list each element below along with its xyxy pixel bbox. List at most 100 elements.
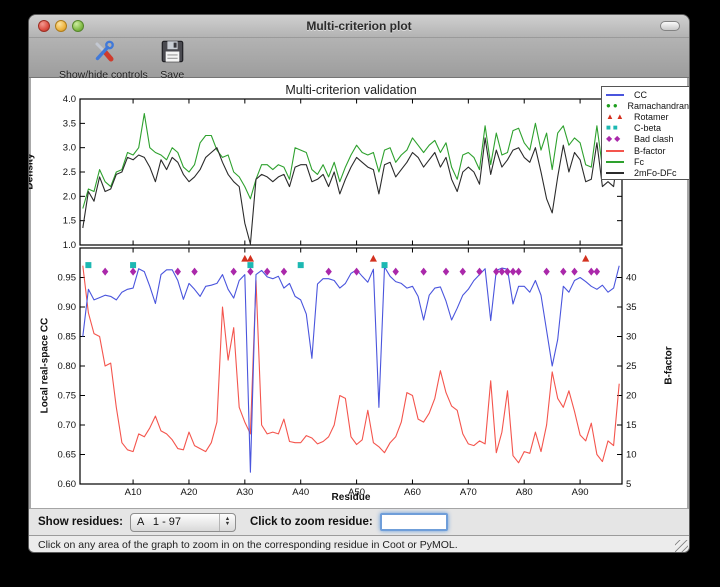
y-tick-label: 0.75 xyxy=(58,391,77,402)
bad-clash-marker xyxy=(247,268,253,276)
x-tick-label: A60 xyxy=(404,487,421,498)
bad-clash-marker xyxy=(594,268,600,276)
bad-clash-marker xyxy=(588,268,594,276)
y-tick-label: 0.65 xyxy=(58,450,77,461)
tools-icon xyxy=(91,39,116,69)
legend-label: C-beta xyxy=(634,123,661,133)
y-tick-label: 1.0 xyxy=(63,240,76,251)
show-residues-label: Show residues: xyxy=(38,516,123,528)
zoom-residue-label: Click to zoom residue: xyxy=(250,516,373,528)
legend-entry: Fc xyxy=(606,156,689,167)
bad-clash-marker xyxy=(543,268,549,276)
bad-clash-marker xyxy=(420,268,426,276)
toolbar-toggle-button[interactable] xyxy=(660,21,680,31)
cc-curve xyxy=(83,266,619,473)
bad-clash-marker xyxy=(476,268,482,276)
y-tick-label: 4.0 xyxy=(63,94,76,105)
y-tick-label: 20 xyxy=(626,391,637,402)
bad-clash-marker xyxy=(560,268,566,276)
x-tick-label: A80 xyxy=(516,487,533,498)
x-tick-label: A50 xyxy=(348,487,365,498)
rotamer-marker xyxy=(370,255,377,262)
save-icon xyxy=(160,39,185,69)
rotamer-legend-symbol: ▲▲ xyxy=(606,113,632,121)
app-window: Multi-criterion plot Show/hide controls xyxy=(28,14,690,553)
legend-entry: ▲▲Rotamer xyxy=(606,111,689,122)
x-tick-label: A70 xyxy=(460,487,477,498)
c-beta-marker xyxy=(85,262,91,268)
bad-clash-marker xyxy=(443,268,449,276)
bad-clash-marker xyxy=(460,268,466,276)
legend-label: CC xyxy=(634,90,647,100)
legend-label: Fc xyxy=(634,157,644,167)
bad-clash-marker xyxy=(493,268,499,276)
x-tick-label: A20 xyxy=(181,487,198,498)
save-button[interactable]: Save xyxy=(160,38,185,81)
y-tick-label: 0.60 xyxy=(58,479,77,490)
bad-clash-marker xyxy=(515,268,521,276)
bad-clash-marker xyxy=(230,268,236,276)
bad-clash-marker xyxy=(353,268,359,276)
bad-clash-marker xyxy=(393,268,399,276)
zoom-residue-input[interactable] xyxy=(380,513,448,531)
c-beta-legend-symbol: ■■ xyxy=(606,124,632,132)
y-tick-label: 3.0 xyxy=(63,143,76,154)
legend-label: Ramachandran xyxy=(627,101,689,111)
y-tick-label: 15 xyxy=(626,420,637,431)
status-bar: Click on any area of the graph to zoom i… xyxy=(29,535,689,553)
bad-clash-marker xyxy=(571,268,577,276)
y-tick-label: 30 xyxy=(626,332,637,343)
bfactor-curve xyxy=(83,266,619,463)
bad-clash-marker xyxy=(130,268,136,276)
legend-label: B-factor xyxy=(634,146,666,156)
legend-label: Bad clash xyxy=(634,134,674,144)
rotamer-marker xyxy=(582,255,589,262)
legend-label: 2mFo-DFc xyxy=(634,168,677,178)
legend-entry: ●●Ramachandran xyxy=(606,100,689,111)
legend-label: Rotamer xyxy=(634,112,669,122)
y-tick-label: 5 xyxy=(626,479,631,490)
y-tick-label: 35 xyxy=(626,302,637,313)
c-beta-marker xyxy=(247,262,253,268)
show-hide-controls-button[interactable]: Show/hide controls xyxy=(59,38,148,81)
bad-clash-marker xyxy=(281,268,287,276)
cc-legend-symbol xyxy=(606,94,632,96)
y-tick-label: 0.90 xyxy=(58,302,77,313)
title-bar[interactable]: Multi-criterion plot xyxy=(29,15,689,38)
c-beta-marker xyxy=(298,262,304,268)
x-tick-label: A10 xyxy=(125,487,142,498)
rotamer-marker xyxy=(241,255,248,262)
y-tick-label: 10 xyxy=(626,450,637,461)
twofofc-curve xyxy=(83,138,619,244)
y-tick-label: 0.80 xyxy=(58,361,77,372)
legend-entry: 2mFo-DFc xyxy=(606,167,689,178)
rotamer-marker xyxy=(247,255,254,262)
legend-entry: B-factor xyxy=(606,145,689,156)
stepper-arrows-icon: ▲▼ xyxy=(219,514,235,531)
b-factor-legend-symbol xyxy=(606,150,632,152)
toolbar: Show/hide controls Save xyxy=(29,38,689,78)
y-tick-label: 1.5 xyxy=(63,216,76,227)
residue-range-select[interactable]: A 1 - 97 ▲▼ xyxy=(130,513,236,532)
bad-clash-marker xyxy=(102,268,108,276)
y-tick-label: 25 xyxy=(626,361,637,372)
bad-clash-legend-symbol: ◆◆ xyxy=(606,135,632,143)
y-tick-label: 3.5 xyxy=(63,118,76,129)
legend-entry: CC xyxy=(606,89,689,100)
figure-area: Multi-criterion validation Density Local… xyxy=(31,78,687,508)
y-tick-label: 2.5 xyxy=(63,167,76,178)
resize-grip[interactable] xyxy=(675,540,688,553)
fc-legend-symbol xyxy=(606,161,632,163)
window-title: Multi-criterion plot xyxy=(29,19,689,33)
plot-canvas[interactable]: A10A20A30A40A50A60A70A80A901.01.52.02.53… xyxy=(31,78,687,508)
y-tick-label: 40 xyxy=(626,273,637,284)
y-tick-label: 0.85 xyxy=(58,332,77,343)
x-tick-label: A90 xyxy=(572,487,589,498)
bad-clash-marker xyxy=(510,268,516,276)
c-beta-marker xyxy=(130,262,136,268)
bad-clash-marker xyxy=(191,268,197,276)
legend: CC●●Ramachandran▲▲Rotamer■■C-beta◆◆Bad c… xyxy=(601,86,690,180)
ramachandran-legend-symbol: ●● xyxy=(606,102,625,110)
residue-range-value: A 1 - 97 xyxy=(131,516,219,528)
controls-bar: Show residues: A 1 - 97 ▲▼ Click to zoom… xyxy=(29,508,689,535)
